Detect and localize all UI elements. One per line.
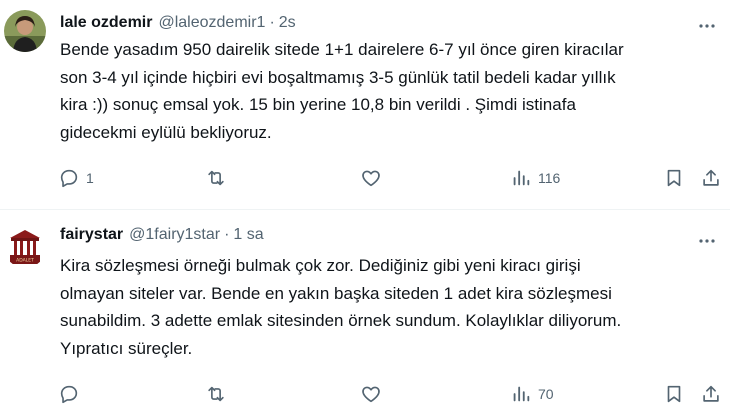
- avatar[interactable]: ADALET: [4, 226, 46, 268]
- action-bar: 1 116: [0, 164, 730, 192]
- tweet-header: fairystar @1fairy1star · 1 sa: [60, 226, 264, 248]
- share-button[interactable]: [700, 164, 722, 192]
- tweet-text-line: son 3-4 yıl içinde hiçbiri evi boşaltmam…: [60, 67, 616, 87]
- bookmark-button[interactable]: [663, 164, 685, 192]
- bookmark-icon: [667, 169, 681, 187]
- reply-button[interactable]: 1: [58, 164, 94, 192]
- author-handle[interactable]: @1fairy1star: [129, 226, 220, 244]
- tweet-text: Kira sözleşmesi örneği bulmak çok zor. D…: [60, 252, 716, 362]
- views-count: 70: [538, 386, 554, 402]
- timestamp[interactable]: 2s: [279, 14, 296, 32]
- author-name[interactable]: lale ozdemir: [60, 14, 152, 32]
- retweet-icon: [208, 170, 224, 186]
- tweet-1[interactable]: lale ozdemir @laleozdemir1 · 2s Bende ya…: [0, 0, 730, 210]
- tweet-text-line: sunabildim. 3 adette emlak sitesinden ör…: [60, 311, 622, 330]
- views-count: 116: [538, 170, 561, 186]
- reply-icon: [60, 385, 78, 404]
- justice-building-icon: ADALET: [4, 226, 46, 268]
- author-name[interactable]: fairystar: [60, 226, 123, 244]
- author-handle[interactable]: @laleozdemir1: [158, 14, 265, 32]
- views-button[interactable]: 70: [510, 380, 554, 408]
- retweet-button[interactable]: [205, 380, 233, 408]
- bookmark-icon: [667, 385, 681, 403]
- tweet-2[interactable]: ADALET fairystar @1fairy1star · 1 sa Kir…: [0, 210, 730, 420]
- timestamp[interactable]: 1 sa: [233, 226, 263, 244]
- bookmark-button[interactable]: [663, 380, 685, 408]
- avatar-photo-icon: [4, 10, 46, 52]
- views-icon: [513, 170, 530, 186]
- tweet-text: Bende yasadım 950 dairelik sitede 1+1 da…: [60, 36, 716, 146]
- share-icon: [703, 385, 719, 402]
- more-icon[interactable]: [696, 15, 718, 37]
- reply-icon: [60, 169, 78, 188]
- views-icon: [513, 386, 530, 402]
- more-icon[interactable]: [696, 230, 718, 252]
- separator: ·: [224, 226, 230, 243]
- separator: ·: [269, 14, 275, 31]
- tweet-header: lale ozdemir @laleozdemir1 · 2s: [60, 14, 296, 36]
- tweet-text-line: Kira sözleşmesi örneği bulmak çok zor. D…: [60, 256, 581, 275]
- avatar[interactable]: [4, 10, 46, 52]
- share-icon: [703, 169, 719, 186]
- tweet-text-line: olmayan siteler var. Bende en yakın başk…: [60, 283, 612, 303]
- retweet-icon: [208, 386, 224, 402]
- reply-button[interactable]: [58, 380, 86, 408]
- like-button[interactable]: [360, 164, 388, 192]
- like-icon: [362, 170, 380, 187]
- views-button[interactable]: 116: [510, 164, 560, 192]
- svg-text:ADALET: ADALET: [16, 258, 34, 264]
- tweet-text-line: kira :)) sonuç emsal yok. 15 bin yerine …: [60, 95, 576, 114]
- tweet-text-line: Yıpratıcı süreçler.: [60, 338, 193, 358]
- like-button[interactable]: [360, 380, 388, 408]
- retweet-button[interactable]: [205, 164, 233, 192]
- reply-count: 1: [86, 170, 94, 186]
- tweet-text-line: Bende yasadım 950 dairelik sitede 1+1 da…: [60, 40, 624, 59]
- tweet-text-line: gidecekmi eylülü bekliyoruz.: [60, 122, 272, 142]
- share-button[interactable]: [700, 380, 722, 408]
- like-icon: [362, 386, 380, 403]
- action-bar: 70: [0, 380, 730, 408]
